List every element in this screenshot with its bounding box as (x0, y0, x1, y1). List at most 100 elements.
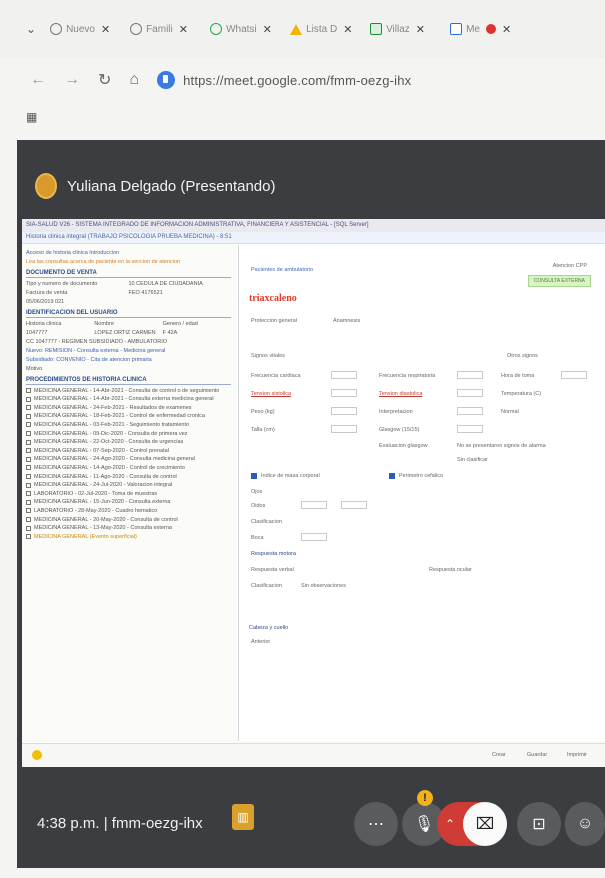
procedure-label: MEDICINA GENERAL - 15-Jun-2020 - Consult… (34, 499, 171, 506)
procedure-item[interactable]: MEDICINA GENERAL - 24-Feb-2021 - Resulta… (26, 405, 231, 411)
procedure-checkbox[interactable] (26, 388, 31, 394)
procedure-item[interactable]: MEDICINA GENERAL - 22-Oct-2020 - Consult… (26, 439, 231, 445)
interpretacion-input[interactable] (457, 407, 483, 415)
procedure-checkbox[interactable] (26, 456, 31, 462)
footer-imprimir[interactable]: Imprimir (567, 752, 587, 758)
address-bar[interactable]: https://meet.google.com/fmm-oezg-ihx (157, 71, 411, 89)
present-screen-icon[interactable]: ⊡ (517, 802, 561, 846)
footer-crear[interactable]: Crear (492, 752, 506, 758)
doc-icon[interactable]: ▥ (232, 804, 254, 830)
procedure-item[interactable]: MEDICINA GENERAL - 15-Jun-2020 - Consult… (26, 499, 231, 505)
procedure-checkbox[interactable] (26, 474, 31, 480)
procedure-item[interactable]: MEDICINA GENERAL - 13-May-2020 - Consult… (26, 525, 231, 531)
procedure-item[interactable]: MEDICINA GENERAL (Evento superficial) (26, 534, 231, 540)
procedure-item[interactable]: LABORATORIO - 28-May-2020 - Cuadro hemat… (26, 508, 231, 514)
procedure-item[interactable]: LABORATORIO - 02-Jul-2020 - Toma de mues… (26, 491, 231, 497)
close-tab-icon[interactable]: ✕ (263, 23, 272, 36)
procedure-checkbox[interactable] (26, 482, 31, 488)
close-tab-icon[interactable]: ✕ (179, 23, 188, 36)
procedure-checkbox[interactable] (26, 439, 31, 445)
chevron-up-icon[interactable]: ⌃ (445, 817, 455, 831)
procedure-item[interactable]: MEDICINA GENERAL - 07-Sep-2020 - Control… (26, 448, 231, 454)
boca-input[interactable] (301, 533, 327, 541)
patient-link[interactable]: Pacientes de ambulatorio (251, 267, 313, 273)
status-badge: CONSULTA EXTERNA (527, 275, 591, 287)
procedure-item[interactable]: MEDICINA GENERAL - 18-Feb-2021 - Control… (26, 413, 231, 419)
procedure-item[interactable]: MEDICINA GENERAL - 14-Abr-2021 - Consult… (26, 396, 231, 402)
home-icon[interactable]: ⌂ (129, 71, 139, 89)
procedure-checkbox[interactable] (26, 396, 31, 402)
apps-grid-icon[interactable]: ▦ (26, 110, 37, 124)
tab-search-chevron-icon[interactable]: ⌄ (26, 22, 36, 36)
procedure-checkbox[interactable] (26, 525, 31, 531)
procedure-checkbox[interactable] (26, 517, 31, 522)
procedure-label: MEDICINA GENERAL - 22-Oct-2020 - Consult… (34, 439, 184, 446)
frec-card-input[interactable] (331, 371, 357, 379)
label-verbal: Respuesta verbal (251, 567, 294, 573)
url-text[interactable]: https://meet.google.com/fmm-oezg-ihx (183, 73, 411, 88)
procedure-item[interactable]: MEDICINA GENERAL - 09-Dic-2020 - Consult… (26, 431, 231, 437)
procedure-item[interactable]: MEDICINA GENERAL - 14-Ago-2020 - Control… (26, 465, 231, 471)
right-panel: Pacientes de ambulatorio Atencion CPP CO… (238, 245, 605, 741)
procedure-item[interactable]: MEDICINA GENERAL - 11-Ago-2020 - Consult… (26, 474, 231, 480)
tension-dia-input[interactable] (457, 389, 483, 397)
procedure-checkbox[interactable] (26, 448, 31, 454)
oidos-input-2[interactable] (341, 501, 367, 509)
procedure-checkbox[interactable] (26, 413, 31, 419)
procedure-item[interactable]: MEDICINA GENERAL - 14-Abr-2021 - Consult… (26, 388, 231, 394)
label-eval-glasgow: Evaluacion glasgow (379, 443, 428, 449)
label-oidos: Oidos (251, 503, 266, 509)
footer-guardar[interactable]: Guardar (527, 752, 547, 758)
recording-indicator-icon (485, 24, 496, 34)
user-value-row: 1047777 LOPEZ ORTIZ CARMEN F 42A (26, 330, 231, 336)
back-arrow-icon[interactable]: ← (30, 71, 46, 89)
close-tab-icon[interactable]: ✕ (416, 23, 425, 36)
camera-off-icon[interactable]: ⌧ (463, 802, 507, 846)
shared-screen: SIA-SALUD V26 - SISTEMA INTEGRADO DE INF… (22, 219, 605, 767)
label-cabeza[interactable]: Cabeza y cuello (249, 625, 288, 631)
procedure-checkbox[interactable] (26, 422, 31, 428)
doc-label: Tipo y numero de documento (26, 281, 98, 287)
label-clasif: Clasificacion (251, 519, 282, 525)
oidos-input[interactable] (301, 501, 327, 509)
procedure-checkbox[interactable] (26, 431, 31, 437)
more-options-icon[interactable]: ⋯ (354, 802, 398, 846)
tension-sis-input[interactable] (331, 389, 357, 397)
tab-1[interactable]: Nuevo ✕ (50, 23, 122, 36)
procedure-item[interactable]: MEDICINA GENERAL - 24-Ago-2020 - Consult… (26, 456, 231, 462)
reload-icon[interactable]: ↻ (98, 70, 111, 90)
tab-5[interactable]: Villaz ✕ (370, 23, 442, 36)
imc-checkbox[interactable] (251, 473, 257, 479)
procedure-item[interactable]: MEDICINA GENERAL - 20-May-2020 - Consult… (26, 517, 231, 523)
procedure-item[interactable]: MEDICINA GENERAL - 03-Feb-2021 - Seguimi… (26, 422, 231, 428)
tab-3[interactable]: Whatsi ✕ (210, 23, 282, 36)
procedure-checkbox[interactable] (26, 405, 31, 411)
doc-row: Factura de venta FEO 4176521 (26, 290, 231, 296)
close-tab-icon[interactable]: ✕ (502, 23, 511, 36)
tab-2[interactable]: Famili ✕ (130, 23, 202, 36)
tab-4[interactable]: Lista D ✕ (290, 23, 362, 36)
hora-input[interactable] (561, 371, 587, 379)
close-tab-icon[interactable]: ✕ (101, 23, 110, 36)
procedure-checkbox[interactable] (26, 491, 31, 497)
procedure-checkbox[interactable] (26, 508, 31, 514)
frec-resp-input[interactable] (457, 371, 483, 379)
forward-arrow-icon[interactable]: → (64, 71, 80, 89)
procedure-checkbox[interactable] (26, 534, 31, 540)
perimetro-checkbox[interactable] (389, 473, 395, 479)
label-boca: Boca (251, 535, 264, 541)
whatsapp-icon (210, 23, 223, 35)
meet-window: Yuliana Delgado (Presentando) SIA-SALUD … (17, 140, 605, 868)
procedure-item[interactable]: MEDICINA GENERAL - 24-Jul-2020 - Valorac… (26, 482, 231, 488)
procedure-checkbox[interactable] (26, 465, 31, 471)
peso-input[interactable] (331, 407, 357, 415)
site-info-icon[interactable] (157, 71, 176, 89)
tab-6-active[interactable]: Me ✕ (450, 23, 522, 36)
emoji-icon[interactable]: ☺ (565, 802, 605, 846)
glasgow-input[interactable] (457, 425, 483, 433)
close-tab-icon[interactable]: ✕ (343, 23, 352, 36)
talla-input[interactable] (331, 425, 357, 433)
procedure-checkbox[interactable] (26, 499, 31, 505)
section-subtitle: Proteccion general (251, 318, 297, 324)
presenter-label: Yuliana Delgado (Presentando) (35, 173, 275, 199)
